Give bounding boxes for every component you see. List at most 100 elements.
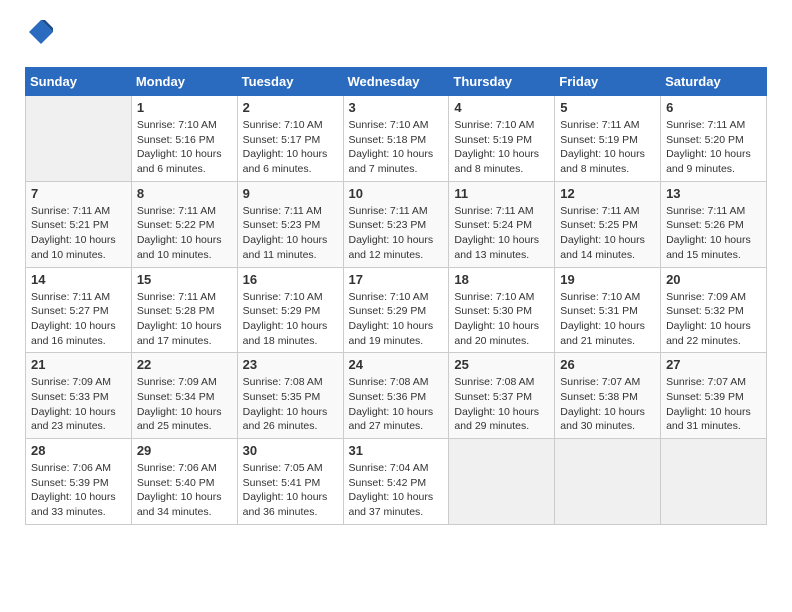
daylight-label: Daylight: 10 hours and 33 minutes. (31, 491, 116, 518)
cell-content: Sunrise: 7:10 AM Sunset: 5:29 PM Dayligh… (243, 290, 338, 349)
sunset-label: Sunset: 5:23 PM (349, 219, 427, 231)
day-number: 26 (560, 357, 655, 372)
daylight-label: Daylight: 10 hours and 8 minutes. (454, 148, 539, 175)
day-number: 3 (349, 100, 444, 115)
cell-content: Sunrise: 7:10 AM Sunset: 5:17 PM Dayligh… (243, 118, 338, 177)
day-number: 11 (454, 186, 549, 201)
week-row-2: 7 Sunrise: 7:11 AM Sunset: 5:21 PM Dayli… (26, 181, 767, 267)
sunset-label: Sunset: 5:19 PM (560, 134, 638, 146)
daylight-label: Daylight: 10 hours and 17 minutes. (137, 320, 222, 347)
day-number: 27 (666, 357, 761, 372)
day-number: 31 (349, 443, 444, 458)
calendar-table: SundayMondayTuesdayWednesdayThursdayFrid… (25, 67, 767, 525)
sunrise-label: Sunrise: 7:10 AM (454, 119, 534, 131)
sunset-label: Sunset: 5:20 PM (666, 134, 744, 146)
day-number: 20 (666, 272, 761, 287)
calendar-cell: 11 Sunrise: 7:11 AM Sunset: 5:24 PM Dayl… (449, 181, 555, 267)
day-number: 29 (137, 443, 232, 458)
daylight-label: Daylight: 10 hours and 6 minutes. (243, 148, 328, 175)
calendar-cell: 19 Sunrise: 7:10 AM Sunset: 5:31 PM Dayl… (555, 267, 661, 353)
sunset-label: Sunset: 5:42 PM (349, 477, 427, 489)
day-number: 13 (666, 186, 761, 201)
header-day-thursday: Thursday (449, 68, 555, 96)
calendar-cell: 22 Sunrise: 7:09 AM Sunset: 5:34 PM Dayl… (131, 353, 237, 439)
sunrise-label: Sunrise: 7:11 AM (31, 205, 110, 217)
sunset-label: Sunset: 5:36 PM (349, 391, 427, 403)
sunrise-label: Sunrise: 7:08 AM (349, 376, 429, 388)
calendar-cell: 21 Sunrise: 7:09 AM Sunset: 5:33 PM Dayl… (26, 353, 132, 439)
day-number: 25 (454, 357, 549, 372)
daylight-label: Daylight: 10 hours and 23 minutes. (31, 406, 116, 433)
page-header (25, 20, 767, 52)
sunrise-label: Sunrise: 7:07 AM (560, 376, 640, 388)
day-number: 21 (31, 357, 126, 372)
logo-text (25, 20, 55, 52)
daylight-label: Daylight: 10 hours and 29 minutes. (454, 406, 539, 433)
sunrise-label: Sunrise: 7:11 AM (666, 205, 745, 217)
sunset-label: Sunset: 5:30 PM (454, 305, 532, 317)
sunrise-label: Sunrise: 7:09 AM (666, 291, 746, 303)
calendar-cell: 24 Sunrise: 7:08 AM Sunset: 5:36 PM Dayl… (343, 353, 449, 439)
cell-content: Sunrise: 7:10 AM Sunset: 5:19 PM Dayligh… (454, 118, 549, 177)
header-day-friday: Friday (555, 68, 661, 96)
daylight-label: Daylight: 10 hours and 12 minutes. (349, 234, 434, 261)
sunset-label: Sunset: 5:18 PM (349, 134, 427, 146)
sunrise-label: Sunrise: 7:06 AM (31, 462, 111, 474)
cell-content: Sunrise: 7:10 AM Sunset: 5:31 PM Dayligh… (560, 290, 655, 349)
sunrise-label: Sunrise: 7:11 AM (31, 291, 110, 303)
sunrise-label: Sunrise: 7:11 AM (137, 291, 216, 303)
day-number: 5 (560, 100, 655, 115)
daylight-label: Daylight: 10 hours and 16 minutes. (31, 320, 116, 347)
sunset-label: Sunset: 5:31 PM (560, 305, 638, 317)
calendar-cell: 14 Sunrise: 7:11 AM Sunset: 5:27 PM Dayl… (26, 267, 132, 353)
daylight-label: Daylight: 10 hours and 27 minutes. (349, 406, 434, 433)
sunset-label: Sunset: 5:37 PM (454, 391, 532, 403)
sunrise-label: Sunrise: 7:04 AM (349, 462, 429, 474)
sunset-label: Sunset: 5:26 PM (666, 219, 744, 231)
sunrise-label: Sunrise: 7:11 AM (560, 119, 639, 131)
cell-content: Sunrise: 7:10 AM Sunset: 5:18 PM Dayligh… (349, 118, 444, 177)
daylight-label: Daylight: 10 hours and 31 minutes. (666, 406, 751, 433)
sunset-label: Sunset: 5:39 PM (31, 477, 109, 489)
sunset-label: Sunset: 5:25 PM (560, 219, 638, 231)
sunset-label: Sunset: 5:22 PM (137, 219, 215, 231)
daylight-label: Daylight: 10 hours and 11 minutes. (243, 234, 328, 261)
sunrise-label: Sunrise: 7:10 AM (243, 291, 323, 303)
sunrise-label: Sunrise: 7:10 AM (349, 291, 429, 303)
header-day-wednesday: Wednesday (343, 68, 449, 96)
daylight-label: Daylight: 10 hours and 26 minutes. (243, 406, 328, 433)
sunrise-label: Sunrise: 7:08 AM (454, 376, 534, 388)
sunset-label: Sunset: 5:35 PM (243, 391, 321, 403)
calendar-cell: 28 Sunrise: 7:06 AM Sunset: 5:39 PM Dayl… (26, 439, 132, 525)
sunrise-label: Sunrise: 7:11 AM (454, 205, 533, 217)
cell-content: Sunrise: 7:08 AM Sunset: 5:37 PM Dayligh… (454, 375, 549, 434)
sunset-label: Sunset: 5:33 PM (31, 391, 109, 403)
cell-content: Sunrise: 7:11 AM Sunset: 5:23 PM Dayligh… (243, 204, 338, 263)
cell-content: Sunrise: 7:08 AM Sunset: 5:35 PM Dayligh… (243, 375, 338, 434)
sunset-label: Sunset: 5:32 PM (666, 305, 744, 317)
sunset-label: Sunset: 5:17 PM (243, 134, 321, 146)
cell-content: Sunrise: 7:10 AM Sunset: 5:30 PM Dayligh… (454, 290, 549, 349)
calendar-cell: 7 Sunrise: 7:11 AM Sunset: 5:21 PM Dayli… (26, 181, 132, 267)
daylight-label: Daylight: 10 hours and 20 minutes. (454, 320, 539, 347)
sunrise-label: Sunrise: 7:08 AM (243, 376, 323, 388)
header-row: SundayMondayTuesdayWednesdayThursdayFrid… (26, 68, 767, 96)
calendar-cell: 25 Sunrise: 7:08 AM Sunset: 5:37 PM Dayl… (449, 353, 555, 439)
day-number: 15 (137, 272, 232, 287)
sunrise-label: Sunrise: 7:11 AM (560, 205, 639, 217)
sunset-label: Sunset: 5:21 PM (31, 219, 109, 231)
sunrise-label: Sunrise: 7:07 AM (666, 376, 746, 388)
calendar-cell: 30 Sunrise: 7:05 AM Sunset: 5:41 PM Dayl… (237, 439, 343, 525)
cell-content: Sunrise: 7:07 AM Sunset: 5:39 PM Dayligh… (666, 375, 761, 434)
sunset-label: Sunset: 5:16 PM (137, 134, 215, 146)
day-number: 12 (560, 186, 655, 201)
day-number: 14 (31, 272, 126, 287)
calendar-cell: 8 Sunrise: 7:11 AM Sunset: 5:22 PM Dayli… (131, 181, 237, 267)
daylight-label: Daylight: 10 hours and 21 minutes. (560, 320, 645, 347)
logo-icon (27, 18, 55, 46)
daylight-label: Daylight: 10 hours and 30 minutes. (560, 406, 645, 433)
header-day-sunday: Sunday (26, 68, 132, 96)
daylight-label: Daylight: 10 hours and 6 minutes. (137, 148, 222, 175)
sunset-label: Sunset: 5:27 PM (31, 305, 109, 317)
calendar-cell: 20 Sunrise: 7:09 AM Sunset: 5:32 PM Dayl… (661, 267, 767, 353)
